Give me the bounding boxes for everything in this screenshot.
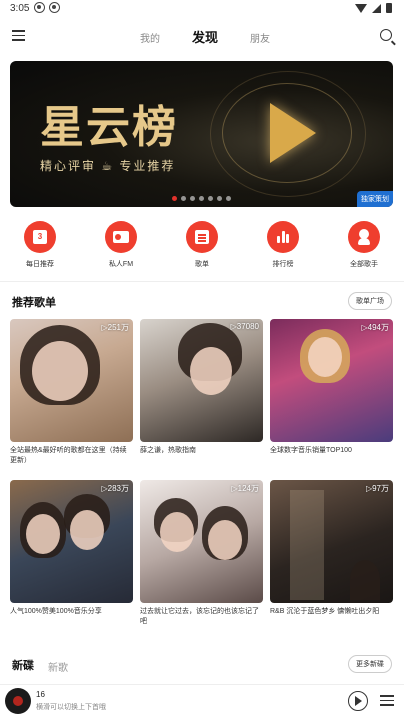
quick-entry-playlist[interactable]: 歌单 xyxy=(172,221,232,269)
playlist-card[interactable]: ▷283万 人气100%赞美100%音乐分享 xyxy=(10,480,133,617)
play-count: ▷283万 xyxy=(101,484,130,493)
divider xyxy=(0,281,404,282)
status-system-icons xyxy=(355,3,392,13)
playlist-title: R&B 沉沦于蓝色梦乡 慵懒吐出夕阳 xyxy=(270,608,380,615)
carousel-dot[interactable] xyxy=(181,196,186,201)
playlist-card[interactable]: ▷494万 全球数字音乐销量TOP100 xyxy=(270,319,393,456)
carousel-dot[interactable] xyxy=(226,196,231,201)
battery-icon xyxy=(386,3,392,13)
play-count: ▷37080 xyxy=(230,322,259,331)
quick-entry-label: 每日推荐 xyxy=(26,261,54,268)
playlist-card[interactable]: ▷97万 R&B 沉沦于蓝色梦乡 慵懒吐出夕阳 xyxy=(270,480,393,617)
carousel-dot[interactable] xyxy=(208,196,213,201)
playlist-title: 全球数字音乐销量TOP100 xyxy=(270,447,352,454)
album-disc-icon[interactable] xyxy=(5,688,31,714)
play-count: ▷251万 xyxy=(101,323,130,332)
playlist-card[interactable]: ▷251万 全站最热&最好听的歌都在这里（持续更新） xyxy=(10,319,133,466)
playlist-cover: ▷283万 xyxy=(10,480,133,603)
carousel-dot[interactable] xyxy=(172,196,177,201)
mini-player[interactable]: 16 横滑可以切换上下首哦 xyxy=(0,684,404,718)
status-notification-icons xyxy=(34,2,60,13)
netease-notification-icon xyxy=(49,2,60,13)
wifi-icon xyxy=(355,3,367,13)
now-playing-hint: 横滑可以切换上下首哦 xyxy=(36,704,106,711)
more-albums-button[interactable]: 更多新碟 xyxy=(348,655,392,673)
playlist-icon xyxy=(186,221,218,253)
status-time: 3:05 xyxy=(10,3,30,14)
play-count: ▷494万 xyxy=(361,323,390,332)
singer-icon xyxy=(348,221,380,253)
banner-play-emblem-icon xyxy=(270,103,316,163)
menu-icon[interactable] xyxy=(12,30,25,41)
banner-title: 星云榜 xyxy=(40,102,178,153)
quick-entry-charts[interactable]: 排行榜 xyxy=(253,221,313,269)
playlist-cover: ▷251万 xyxy=(10,319,133,442)
quick-entry-fm[interactable]: 私人FM xyxy=(91,221,151,269)
playlist-title: 薛之谦，热歌指南 xyxy=(140,447,196,454)
quick-entry-singers[interactable]: 全部歌手 xyxy=(334,221,394,269)
search-icon[interactable] xyxy=(380,29,392,41)
playlist-queue-icon[interactable] xyxy=(380,695,394,707)
play-count: ▷124万 xyxy=(231,484,260,493)
carousel-dot[interactable] xyxy=(199,196,204,201)
quick-entry-row: 每日推荐 私人FM 歌单 排行榜 全部歌手 xyxy=(0,221,404,271)
netease-notification-icon xyxy=(34,2,45,13)
playlist-title: 全站最热&最好听的歌都在这里（持续更新） xyxy=(10,447,127,464)
playlist-cover: ▷97万 xyxy=(270,480,393,603)
playlist-cover: ▷124万 xyxy=(140,480,263,603)
tab-discover[interactable]: 发现 xyxy=(192,27,218,46)
carousel-dot[interactable] xyxy=(190,196,195,201)
play-icon[interactable] xyxy=(348,691,368,711)
playlist-title: 过去就让它过去，该忘记的也该忘记了吧 xyxy=(140,608,259,625)
quick-entry-label: 歌单 xyxy=(195,261,209,268)
banner-carousel[interactable]: 星云榜 精心评审 ☕ 专业推荐 独家策划 xyxy=(10,61,393,207)
quick-entry-daily[interactable]: 每日推荐 xyxy=(10,221,70,269)
banner-subtitle: 精心评审 ☕ 专业推荐 xyxy=(40,159,176,173)
page: 3:05 我的 发现 朋友 星云榜 精心评审 ☕ 专业推荐 独家策划 3 每日推… xyxy=(0,0,404,718)
tab-new-songs[interactable]: 新歌 xyxy=(48,659,68,674)
chart-bars-icon xyxy=(267,221,299,253)
calendar-icon xyxy=(24,221,56,253)
tab-friends[interactable]: 朋友 xyxy=(250,30,270,45)
now-playing-title: 16 xyxy=(36,690,45,699)
playlist-title: 人气100%赞美100%音乐分享 xyxy=(10,608,102,615)
playlist-card[interactable]: ▷37080 薛之谦，热歌指南 xyxy=(140,319,263,456)
recommended-header: 推荐歌单 歌单广场 xyxy=(12,292,392,312)
section-title[interactable]: 新碟 xyxy=(12,657,34,673)
radio-icon xyxy=(105,221,137,253)
quick-entry-label: 排行榜 xyxy=(272,261,294,268)
playlist-square-button[interactable]: 歌单广场 xyxy=(348,292,392,310)
carousel-dot[interactable] xyxy=(217,196,222,201)
quick-entry-label: 全部歌手 xyxy=(350,261,378,268)
top-nav: 我的 发现 朋友 xyxy=(0,20,404,52)
top-tabs: 我的 发现 朋友 xyxy=(140,27,270,46)
section-title: 推荐歌单 xyxy=(12,297,56,309)
playlist-cover: ▷37080 xyxy=(140,319,263,442)
new-releases-header: 新碟 新歌 更多新碟 xyxy=(12,655,392,675)
tab-mine[interactable]: 我的 xyxy=(140,30,160,45)
carousel-indicator xyxy=(10,196,393,201)
playlist-card[interactable]: ▷124万 过去就让它过去，该忘记的也该忘记了吧 xyxy=(140,480,263,627)
quick-entry-label: 私人FM xyxy=(108,261,134,268)
status-bar: 3:05 xyxy=(0,0,404,18)
playlist-cover: ▷494万 xyxy=(270,319,393,442)
play-count: ▷97万 xyxy=(365,484,389,493)
signal-icon xyxy=(372,3,381,13)
